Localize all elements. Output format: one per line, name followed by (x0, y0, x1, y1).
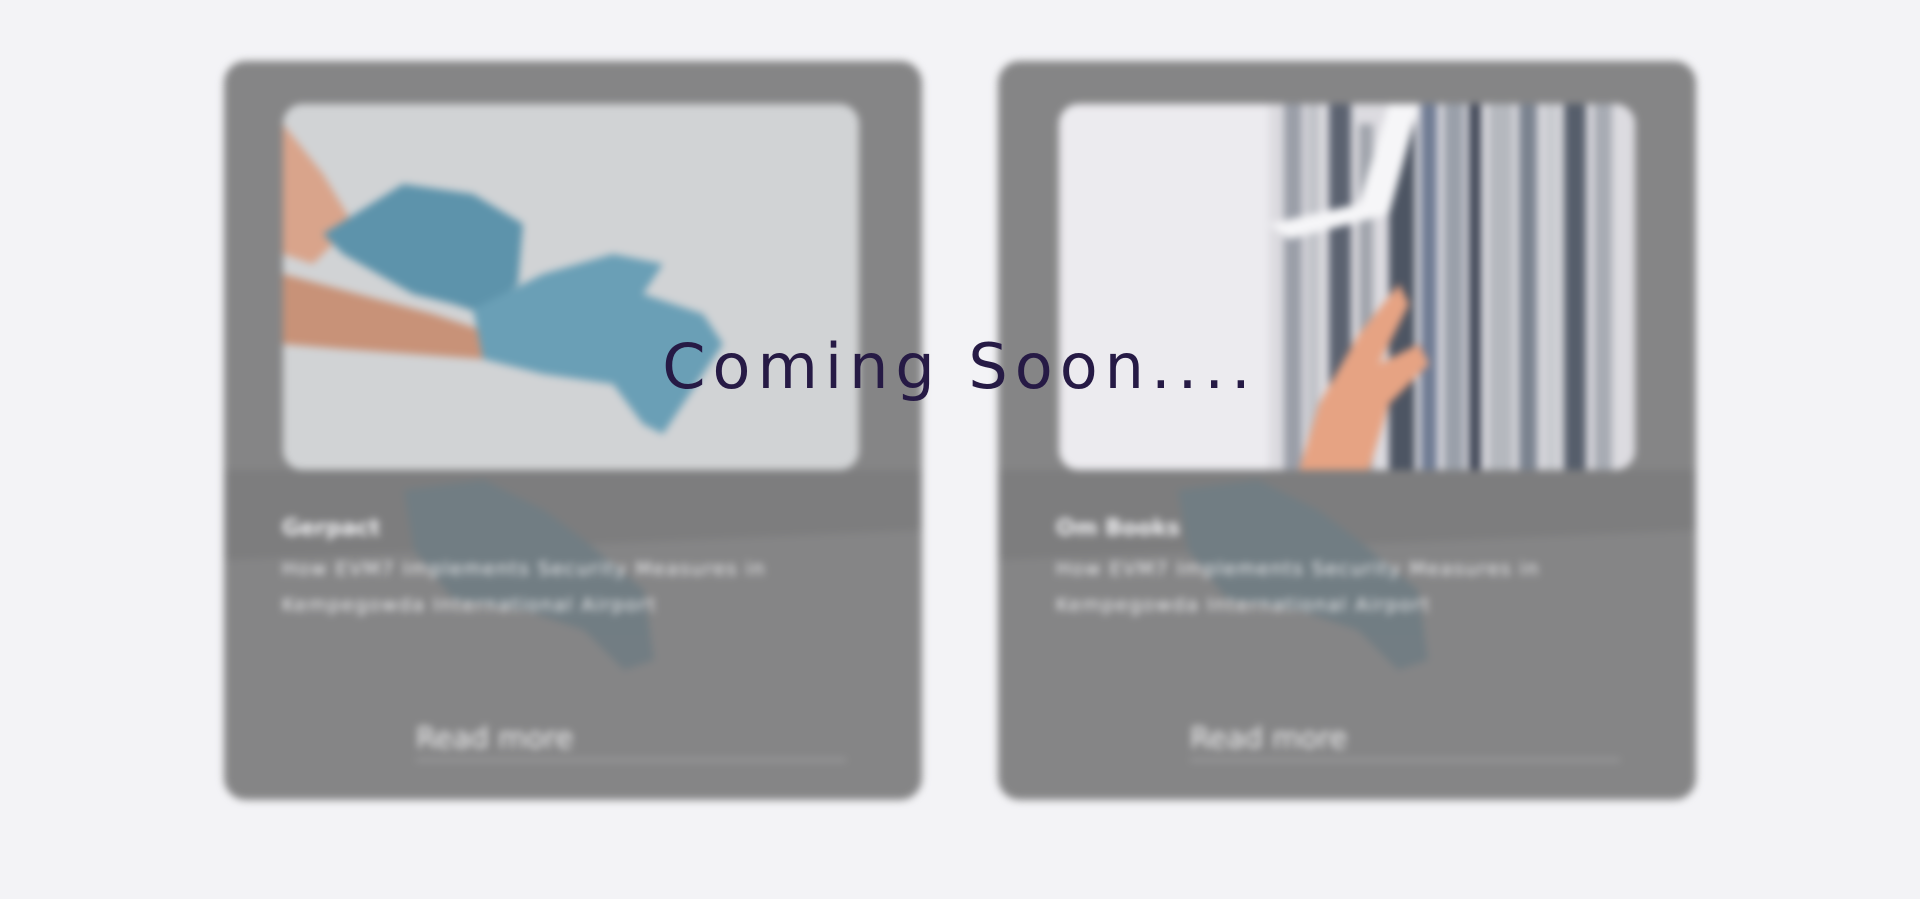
card-body: Gerpact How EVM7 Implements Security Mea… (282, 516, 842, 623)
gloved-hands-illustration (283, 104, 859, 470)
read-more-link[interactable]: Read more (416, 721, 846, 761)
card-source: Gerpact (282, 516, 380, 541)
card-source: Om Books (1056, 516, 1181, 541)
news-card-om-books: Om Books How EVM7 Implements Security Me… (998, 61, 1696, 800)
blurred-cards-background: Gerpact How EVM7 Implements Security Mea… (0, 0, 1920, 899)
bookshelf-image (1059, 104, 1635, 470)
bookshelf-illustration (1059, 104, 1635, 470)
card-description: How EVM7 Implements Security Measures in… (282, 558, 766, 616)
news-card-gerpact: Gerpact How EVM7 Implements Security Mea… (224, 61, 922, 800)
card-description: How EVM7 Implements Security Measures in… (1056, 558, 1540, 616)
gloved-hands-image (283, 104, 859, 470)
card-body: Om Books How EVM7 Implements Security Me… (1056, 516, 1616, 623)
coming-soon-title: Coming Soon.... (662, 330, 1258, 403)
read-more-link[interactable]: Read more (1190, 721, 1620, 761)
